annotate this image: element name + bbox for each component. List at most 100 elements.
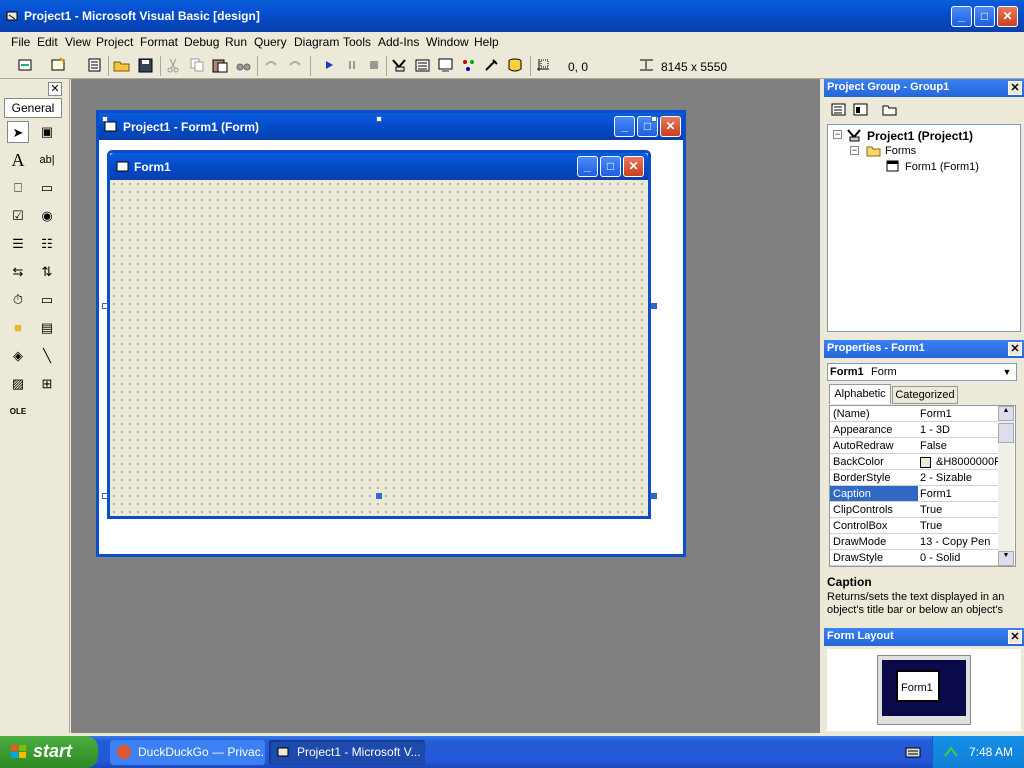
property-value[interactable]: False <box>920 440 1000 452</box>
property-scrollbar[interactable]: ▲ ▼ <box>998 406 1014 566</box>
save-icon[interactable] <box>137 57 155 73</box>
property-value[interactable]: Form1 <box>920 408 1000 420</box>
form1-design-surface[interactable]: Form1 _ □ ✕ <box>107 150 651 519</box>
keyboard-icon[interactable] <box>905 745 921 759</box>
commandbutton-tool-icon[interactable]: ▭ <box>36 177 58 199</box>
property-value[interactable]: True <box>920 520 1000 532</box>
maximize-button[interactable]: □ <box>974 6 995 27</box>
menu-view[interactable]: View <box>65 35 91 49</box>
property-row[interactable]: Appearance 1 - 3D <box>830 422 998 438</box>
break-icon[interactable] <box>343 57 361 73</box>
find-icon[interactable] <box>235 57 253 73</box>
dirlistbox-tool-icon[interactable]: ■ <box>7 317 29 339</box>
optionbutton-tool-icon[interactable]: ◉ <box>36 205 58 227</box>
minimize-button[interactable]: _ <box>951 6 972 27</box>
filelistbox-tool-icon[interactable]: ▤ <box>36 317 58 339</box>
scroll-down-button[interactable]: ▼ <box>998 551 1014 566</box>
view-object-icon[interactable] <box>853 103 869 117</box>
chevron-down-icon[interactable]: ▼ <box>1000 365 1014 379</box>
property-value[interactable]: 13 - Copy Pen <box>920 536 1000 548</box>
property-value[interactable]: 2 - Sizable <box>920 472 1000 484</box>
designer-close-button[interactable]: ✕ <box>660 116 681 137</box>
combobox-tool-icon[interactable]: ☰ <box>7 233 29 255</box>
textbox-tool-icon[interactable]: ab| <box>36 149 58 171</box>
toolbox-close-button[interactable]: ✕ <box>48 82 62 96</box>
tree-form1-item[interactable]: Form1 (Form1) <box>905 161 979 173</box>
resize-handle[interactable] <box>376 493 382 499</box>
tree-expander-icon[interactable]: − <box>833 130 842 139</box>
property-value[interactable]: Form1 <box>920 488 1000 500</box>
properties-close-button[interactable]: ✕ <box>1008 342 1022 356</box>
property-row[interactable]: ControlBox True <box>830 518 998 534</box>
data-tool-icon[interactable]: ⊞ <box>36 373 58 395</box>
open-folder-icon[interactable] <box>113 57 131 73</box>
frame-tool-icon[interactable]: ⎕ <box>7 177 29 199</box>
add-project-icon[interactable] <box>17 57 35 73</box>
close-button[interactable]: ✕ <box>997 6 1018 27</box>
property-row[interactable]: AutoRedraw False <box>830 438 998 454</box>
form1-title-bar[interactable]: Form1 _ □ ✕ <box>110 153 648 180</box>
property-row[interactable]: DrawMode 13 - Copy Pen <box>830 534 998 550</box>
property-row[interactable]: BorderStyle 2 - Sizable <box>830 470 998 486</box>
project-explorer-icon[interactable] <box>391 57 409 73</box>
line-tool-icon[interactable]: ╲ <box>36 345 58 367</box>
properties-window-icon[interactable] <box>414 57 432 73</box>
tab-alphabetic[interactable]: Alphabetic <box>829 384 891 404</box>
end-icon[interactable] <box>365 57 383 73</box>
resize-handle[interactable] <box>376 116 382 122</box>
add-form-icon[interactable] <box>50 57 68 73</box>
network-icon[interactable] <box>943 744 959 760</box>
menu-help[interactable]: Help <box>474 35 499 49</box>
tab-categorized[interactable]: Categorized <box>892 386 958 404</box>
vscrollbar-tool-icon[interactable]: ⇅ <box>36 261 58 283</box>
form1-grid[interactable] <box>110 180 648 516</box>
cut-icon[interactable] <box>164 57 182 73</box>
menu-edit[interactable]: Edit <box>37 35 58 49</box>
main-title-bar[interactable]: Project1 - Microsoft Visual Basic [desig… <box>0 0 1024 32</box>
property-row[interactable]: BackColor &H8000000F <box>830 454 1001 470</box>
view-code-icon[interactable] <box>831 103 847 117</box>
drivelistbox-tool-icon[interactable]: ▭ <box>36 289 58 311</box>
tree-project-item[interactable]: Project1 (Project1) <box>867 129 973 143</box>
menu-tools[interactable]: Tools <box>343 35 371 49</box>
menu-project[interactable]: Project <box>96 35 133 49</box>
start-icon[interactable] <box>320 57 338 73</box>
resize-handle[interactable] <box>651 116 657 122</box>
resize-handle[interactable] <box>651 303 657 309</box>
taskbar-item-duckduckgo[interactable]: DuckDuckGo — Privac... <box>110 740 265 765</box>
resize-handle[interactable] <box>102 493 108 499</box>
menu-window[interactable]: Window <box>426 35 469 49</box>
checkbox-tool-icon[interactable]: ☑ <box>7 205 29 227</box>
property-row[interactable]: ClipControls True <box>830 502 998 518</box>
paste-icon[interactable] <box>211 57 229 73</box>
listbox-tool-icon[interactable]: ☷ <box>36 233 58 255</box>
property-value[interactable]: 0 - Solid <box>920 552 1000 564</box>
image-tool-icon[interactable]: ▨ <box>7 373 29 395</box>
scroll-up-button[interactable]: ▲ <box>998 406 1014 421</box>
object-browser-icon[interactable] <box>460 57 478 73</box>
form-layout-icon[interactable] <box>437 57 455 73</box>
menu-addins[interactable]: Add-Ins <box>378 35 419 49</box>
toolbox-tab-general[interactable]: General <box>4 98 62 118</box>
menu-editor-icon[interactable] <box>86 57 104 73</box>
redo-icon[interactable] <box>286 57 304 73</box>
toolbox-icon[interactable] <box>483 57 501 73</box>
shape-tool-icon[interactable]: ◈ <box>7 345 29 367</box>
tree-expander-icon[interactable]: − <box>850 146 859 155</box>
resize-handle[interactable] <box>651 493 657 499</box>
form-layout-close-button[interactable]: ✕ <box>1008 630 1022 644</box>
ole-tool-icon[interactable]: OLE <box>7 401 29 423</box>
data-view-icon[interactable] <box>506 57 524 73</box>
property-row[interactable]: Caption Form1 <box>830 486 998 502</box>
menu-file[interactable]: File <box>11 35 30 49</box>
label-tool-icon[interactable]: A <box>7 149 29 171</box>
form-layout-preview[interactable]: Form1 <box>896 670 940 702</box>
resize-handle[interactable] <box>102 303 108 309</box>
copy-icon[interactable] <box>188 57 206 73</box>
menu-diagram[interactable]: Diagram <box>294 35 339 49</box>
pointer-tool-icon[interactable]: ➤ <box>7 121 29 143</box>
designer-title-bar[interactable]: Project1 - Form1 (Form) _ □ ✕ <box>99 113 683 140</box>
start-button[interactable]: start <box>0 736 98 768</box>
undo-icon[interactable] <box>262 57 280 73</box>
menu-query[interactable]: Query <box>254 35 287 49</box>
